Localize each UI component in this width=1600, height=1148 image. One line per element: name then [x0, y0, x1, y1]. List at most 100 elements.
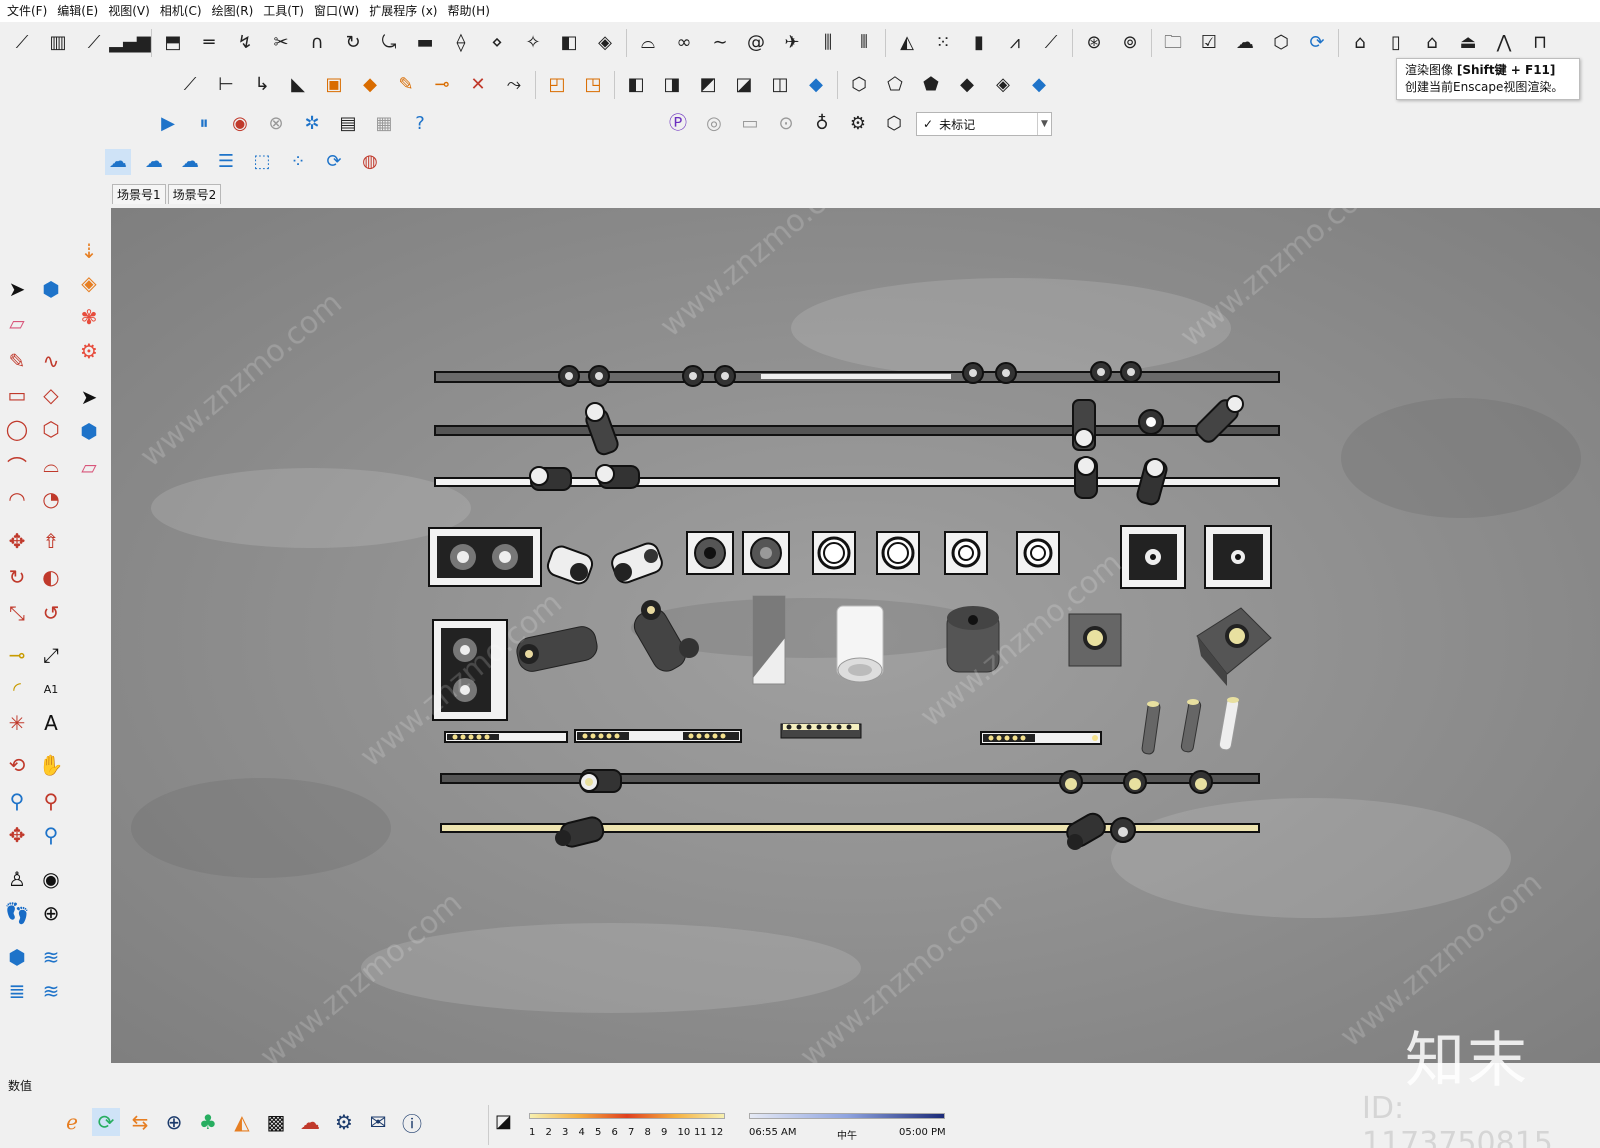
zoom-extents-icon[interactable]: ✥ — [2, 820, 32, 850]
square-surface-light[interactable] — [1068, 613, 1122, 667]
round-downlight-2[interactable] — [876, 531, 920, 575]
key-icon[interactable]: ⊸ — [429, 72, 455, 98]
model-icon[interactable]: ⊛ — [1081, 30, 1107, 56]
component-icon[interactable]: ⬡ — [1268, 30, 1294, 56]
path-icon[interactable]: ⟠ — [448, 30, 474, 56]
solid-intersect-icon[interactable]: ◩ — [695, 72, 721, 98]
mail-icon[interactable]: ✉ — [364, 1108, 392, 1136]
bend-icon[interactable]: ⤿ — [376, 30, 402, 56]
offset-tool-icon[interactable]: ↺ — [36, 598, 66, 628]
split-icon[interactable]: ✂ — [268, 30, 294, 56]
shadow-toggle-icon[interactable]: ◪ — [495, 1111, 512, 1132]
terrain-icon[interactable]: ≋ — [36, 942, 66, 972]
zoom-icon[interactable]: ⚲ — [2, 786, 32, 816]
house-side-icon[interactable]: ▯ — [1383, 30, 1409, 56]
scale-tool-icon[interactable]: ⤡ — [2, 598, 32, 628]
linear-light-2[interactable] — [574, 729, 742, 743]
dimension-icon[interactable]: ⊢ — [213, 72, 239, 98]
open-folder-icon[interactable]: 🗀 — [1160, 30, 1186, 56]
cloud-sketch-icon[interactable]: ☁ — [105, 149, 131, 175]
zoom-window-icon[interactable]: ⚲ — [36, 786, 66, 816]
section-plane-icon[interactable]: ⊕ — [36, 898, 66, 928]
house-icon[interactable]: ⌂ — [1419, 30, 1445, 56]
3d-text-icon[interactable]: A — [36, 708, 66, 738]
cloud-list-icon[interactable]: ☰ — [213, 149, 239, 175]
drape-icon[interactable]: ≋ — [36, 976, 66, 1006]
grid-icon[interactable]: ⋄ — [484, 30, 510, 56]
solid-outer-icon[interactable]: ◆ — [803, 72, 829, 98]
rotate-icon[interactable]: ↻ — [2, 562, 32, 592]
refresh-icon[interactable]: ⟳ — [321, 149, 347, 175]
frame-icon[interactable]: ▣ — [321, 72, 347, 98]
rotate-box-icon[interactable]: ◳ — [580, 72, 606, 98]
object-settings-icon[interactable]: ⚙ — [845, 111, 871, 137]
export-icon[interactable]: ▦ — [371, 111, 397, 137]
fence-icon[interactable]: ⫼ — [815, 30, 841, 56]
arc2-icon[interactable]: ⌓ — [36, 450, 66, 480]
grille-downlight-1[interactable] — [1120, 525, 1186, 589]
square-downlight-2[interactable] — [742, 531, 790, 575]
push-icon[interactable]: ◣ — [285, 72, 311, 98]
tape-measure-icon[interactable]: ⊸ — [2, 640, 32, 670]
camera-lens-icon[interactable]: ⊚ — [1117, 30, 1143, 56]
screenshot-icon[interactable]: ⊙ — [773, 111, 799, 137]
line-tool-icon[interactable]: ⟋ — [177, 72, 203, 98]
extrude-icon[interactable]: ⬒ — [160, 30, 186, 56]
dome-icon[interactable]: ⌓ — [635, 30, 661, 56]
cloud-link-icon[interactable]: ☁ — [141, 149, 167, 175]
offset-icon[interactable]: ═ — [196, 30, 222, 56]
menu-edit[interactable]: 编辑(E) — [52, 0, 103, 22]
checker-icon[interactable]: ▩ — [262, 1108, 290, 1136]
material-icon[interactable]: ✾ — [74, 302, 104, 332]
viewport-canvas[interactable]: www.znzmo.com www.znzmo.com www.znzmo.co… — [111, 208, 1600, 1063]
sandbox-icon[interactable]: ⬢ — [2, 942, 32, 972]
round-downlight-1[interactable] — [812, 531, 856, 575]
ramp-icon[interactable]: ⟋ — [81, 30, 107, 56]
spiral-icon[interactable]: @ — [743, 30, 769, 56]
tab-scene-2[interactable]: 场景号2 — [167, 184, 222, 204]
tag-select[interactable]: ✓ 未标记 ▼ — [916, 112, 1052, 136]
loop-icon[interactable]: ↻ — [340, 30, 366, 56]
mesh-icon[interactable]: ✧ — [520, 30, 546, 56]
menu-tools[interactable]: 工具(T) — [258, 0, 309, 22]
landscape-icon[interactable]: ◭ — [228, 1108, 256, 1136]
hidden-line-icon[interactable]: ⬟ — [918, 72, 944, 98]
linear-light-1[interactable] — [444, 731, 568, 743]
info-icon[interactable]: ⓘ — [398, 1108, 426, 1136]
table-icon[interactable]: ⊓ — [1527, 30, 1553, 56]
previous-view-icon[interactable]: ⚲ — [36, 820, 66, 850]
xray-icon[interactable]: ⬡ — [846, 72, 872, 98]
section-box-icon[interactable]: ◈ — [74, 268, 104, 298]
checkbox-icon[interactable]: ☑ — [1196, 30, 1222, 56]
orbit-icon[interactable]: ⟲ — [2, 750, 32, 780]
freehand-icon[interactable]: ∿ — [36, 346, 66, 376]
walk-icon[interactable]: 👣 — [2, 898, 32, 928]
railing-icon[interactable]: ⫴ — [851, 30, 877, 56]
dimension-tool-icon[interactable]: ⤢ — [36, 640, 66, 670]
text-tool-icon[interactable]: A1 — [36, 674, 66, 704]
wave-icon[interactable]: ∼ — [707, 30, 733, 56]
double-grille-light[interactable] — [428, 527, 542, 587]
pan-icon[interactable]: ✋ — [36, 750, 66, 780]
follow-me-icon[interactable]: ◐ — [36, 562, 66, 592]
settings-icon[interactable]: ✲ — [299, 111, 325, 137]
protractor-icon[interactable]: ◜ — [2, 674, 32, 704]
solid-union-icon[interactable]: ◧ — [623, 72, 649, 98]
roof-icon[interactable]: ⏏ — [1455, 30, 1481, 56]
shaded-icon[interactable]: ◆ — [954, 72, 980, 98]
solid-split-icon[interactable]: ◫ — [767, 72, 793, 98]
surface-cylinder-white[interactable] — [836, 605, 884, 683]
enscape-start-icon[interactable]: Ⓟ — [665, 111, 691, 137]
arch-icon[interactable]: ∩ — [304, 30, 330, 56]
chevron-down-icon[interactable]: ▼ — [1037, 113, 1051, 135]
month-slider[interactable] — [529, 1113, 725, 1119]
asset-library-icon[interactable]: ⬡ — [881, 111, 907, 137]
eraser-icon[interactable]: ▱ — [2, 308, 32, 338]
box-icon[interactable]: ◧ — [556, 30, 582, 56]
pie-icon[interactable]: ◔ — [36, 484, 66, 514]
array-icon[interactable]: ⁙ — [930, 30, 956, 56]
video-icon[interactable]: ▭ — [737, 111, 763, 137]
position-camera-icon[interactable]: ♙ — [2, 864, 32, 894]
stairs-icon[interactable]: ⟋ — [9, 30, 35, 56]
pause-icon[interactable]: ⏸ — [191, 111, 217, 137]
